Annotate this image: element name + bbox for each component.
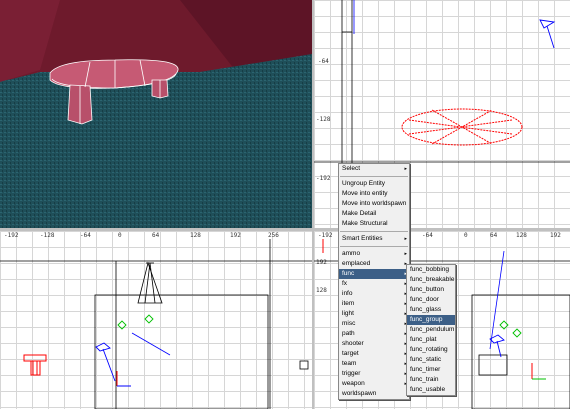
camera-front (95, 342, 116, 382)
menu-item-weapon[interactable]: weapon (339, 379, 409, 389)
menu-item-shooter[interactable]: shooter (339, 339, 409, 349)
menu-item-light[interactable]: light (339, 309, 409, 319)
camera-scene (0, 0, 312, 228)
vertical-splitter[interactable] (312, 0, 314, 409)
menu-item-select[interactable]: Select (339, 164, 409, 174)
menu-item-misc[interactable]: misc (339, 319, 409, 329)
camera-viewport[interactable] (0, 0, 312, 228)
menu-item-move-into-entity[interactable]: Move into entity (339, 189, 409, 199)
menu-item-func[interactable]: func (339, 269, 409, 279)
menu-item-func-bobbing[interactable]: func_bobbing (407, 265, 455, 275)
menu-item-func-plat[interactable]: func_plat (407, 335, 455, 345)
menu-item-target[interactable]: target (339, 349, 409, 359)
horizontal-splitter[interactable] (0, 228, 570, 231)
menu-item-func-static[interactable]: func_static (407, 355, 455, 365)
axis-gizmo (531, 363, 546, 380)
menu-item-trigger[interactable]: trigger (339, 369, 409, 379)
menu-item-func-rotating[interactable]: func_rotating (407, 345, 455, 355)
menu-item-func-train[interactable]: func_train (407, 375, 455, 385)
menu-item-make-structural[interactable]: Make Structural (339, 219, 409, 229)
menu-item-path[interactable]: path (339, 329, 409, 339)
selected-brush-front (23, 354, 47, 376)
menu-separator (340, 176, 408, 177)
menu-separator (340, 231, 408, 232)
menu-item-func-button[interactable]: func_button (407, 285, 455, 295)
menu-item-func-usable[interactable]: func_usable (407, 385, 455, 395)
menu-item-smart-entities[interactable]: Smart Entities (339, 234, 409, 244)
front-viewport[interactable]: -192 -128 -64 0 64 128 192 256 (0, 231, 312, 409)
menu-item-func-pendulum[interactable]: func_pendulum (407, 325, 455, 335)
func-submenu: func_bobbing func_breakable func_button fun… (406, 264, 456, 396)
light-entity (137, 261, 163, 304)
menu-item-ungroup-entity[interactable]: Ungroup Entity (339, 179, 409, 189)
selected-brush-top (401, 108, 523, 146)
menu-item-make-detail[interactable]: Make Detail (339, 209, 409, 219)
menu-item-ammo[interactable]: ammo (339, 249, 409, 259)
menu-item-func-glass[interactable]: func_glass (407, 305, 455, 315)
menu-item-worldspawn[interactable]: worldspawn (339, 389, 409, 399)
menu-item-func-door[interactable]: func_door (407, 295, 455, 305)
camera-top (539, 19, 556, 49)
front-scene (0, 239, 312, 409)
menu-item-item[interactable]: item (339, 299, 409, 309)
menu-item-func-breakable[interactable]: func_breakable (407, 275, 455, 285)
menu-item-func-group[interactable]: func_group (407, 315, 455, 325)
menu-item-emplaced[interactable]: emplaced (339, 259, 409, 269)
camera-side (489, 334, 505, 358)
menu-item-fx[interactable]: fx (339, 279, 409, 289)
menu-separator (340, 246, 408, 247)
menu-item-move-into-worldspawn[interactable]: Move into worldspawn (339, 199, 409, 209)
axis-gizmo (116, 371, 131, 387)
menu-item-info[interactable]: info (339, 289, 409, 299)
menu-item-team[interactable]: team (339, 359, 409, 369)
context-menu: Select Ungroup EntityMove into entityMove… (338, 163, 410, 400)
menu-item-func-timer[interactable]: func_timer (407, 365, 455, 375)
